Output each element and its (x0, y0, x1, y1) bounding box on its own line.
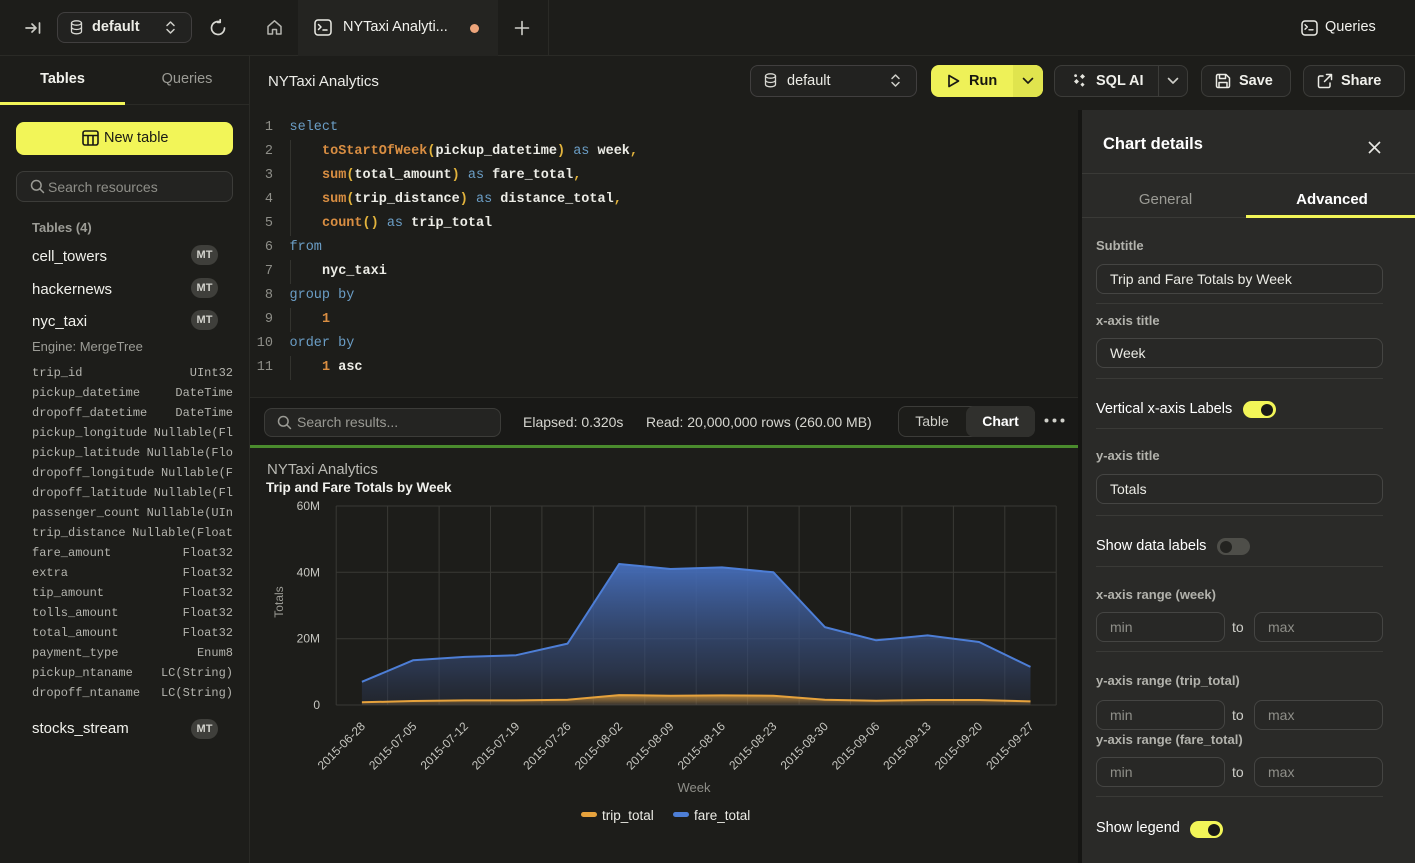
svg-text:2015-09-13: 2015-09-13 (880, 719, 934, 773)
svg-text:2015-09-20: 2015-09-20 (932, 719, 986, 773)
svg-text:2015-08-02: 2015-08-02 (572, 719, 626, 773)
svg-text:fare_total: fare_total (694, 808, 750, 823)
svg-text:trip_total: trip_total (602, 808, 654, 823)
svg-text:2015-09-27: 2015-09-27 (983, 719, 1037, 773)
svg-text:2015-08-30: 2015-08-30 (778, 719, 832, 773)
svg-text:2015-06-28: 2015-06-28 (315, 719, 369, 773)
svg-text:60M: 60M (297, 499, 320, 513)
svg-text:2015-08-16: 2015-08-16 (675, 719, 729, 773)
svg-text:20M: 20M (297, 632, 320, 646)
svg-text:0: 0 (313, 698, 320, 712)
svg-text:NYTaxi Analytics: NYTaxi Analytics (267, 461, 378, 478)
svg-text:2015-08-09: 2015-08-09 (623, 719, 677, 773)
svg-text:2015-07-19: 2015-07-19 (469, 719, 523, 773)
svg-text:2015-07-12: 2015-07-12 (418, 719, 472, 773)
svg-text:40M: 40M (297, 565, 320, 579)
svg-text:Totals: Totals (272, 586, 286, 617)
svg-text:Trip and Fare Totals by Week: Trip and Fare Totals by Week (266, 480, 452, 495)
svg-text:2015-07-26: 2015-07-26 (520, 719, 574, 773)
svg-text:2015-08-23: 2015-08-23 (726, 719, 780, 773)
svg-text:2015-09-06: 2015-09-06 (829, 719, 883, 773)
svg-text:Week: Week (678, 780, 711, 795)
svg-text:2015-07-05: 2015-07-05 (366, 719, 420, 773)
